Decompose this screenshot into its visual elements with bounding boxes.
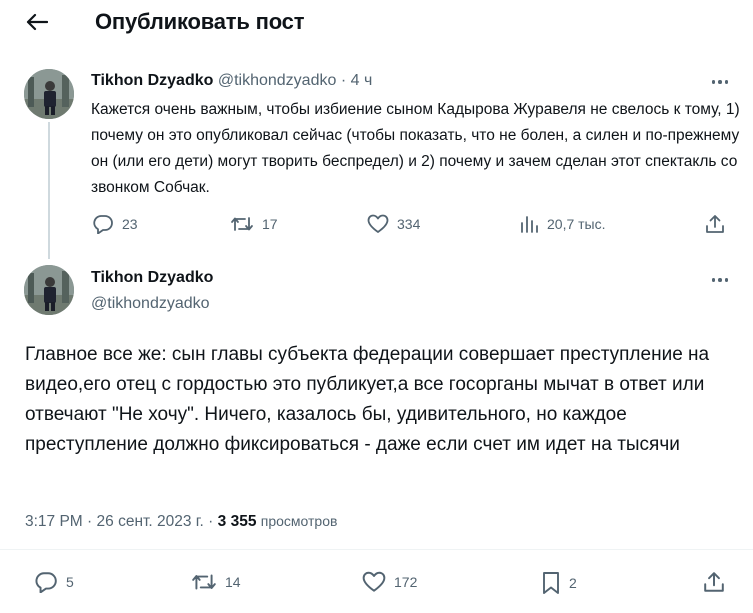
author-handle[interactable]: @tikhondzyadko [218,72,337,89]
more-dot [718,80,722,84]
meta-separator: · [340,72,347,89]
share-button[interactable] [705,214,725,234]
thread-connector-line [48,122,50,259]
arrow-left-icon [26,13,48,31]
divider [0,549,753,550]
avatar-photo [24,265,74,315]
analytics-icon [521,216,538,233]
repost-count: 14 [225,574,241,590]
tweet-date[interactable]: 26 сент. 2023 г. [97,513,204,530]
tweet-meta: 3:17 PM · 26 сент. 2023 г. · 3 355 просм… [25,511,337,532]
heart-icon [362,571,386,592]
reply-button[interactable]: 23 [92,214,138,234]
meta-separator: · [208,513,214,530]
more-options-button[interactable] [708,72,732,92]
more-dot [724,80,729,84]
reply-icon [35,572,57,593]
author-name[interactable]: Tikhon Dzyadko [91,72,213,89]
avatar[interactable] [24,265,74,315]
reply-count: 5 [66,574,74,590]
repost-button[interactable]: 17 [230,214,278,234]
like-count: 172 [394,574,418,590]
tweet-text: Кажется очень важным, чтобы избиение сын… [91,101,740,196]
author-handle[interactable]: @tikhondzyadko [91,294,210,314]
header: Опубликовать пост [0,0,753,44]
views-count: 20,7 тыс. [547,216,606,232]
author-name[interactable]: Tikhon Dzyadko [91,268,213,288]
repost-count: 17 [262,216,278,232]
bookmark-icon [543,572,559,594]
reply-icon [93,215,113,234]
avatar-photo [24,69,74,119]
views-button[interactable]: 20,7 тыс. [519,214,606,234]
tweet-text: Главное все же: сын главы субъекта федер… [25,344,710,455]
more-dot [718,278,722,282]
share-icon [704,572,724,592]
like-count: 334 [397,216,421,232]
more-options-button[interactable] [708,270,732,290]
reply-button[interactable]: 5 [34,571,74,593]
views-count: 3 355 [217,513,257,530]
avatar[interactable] [24,69,74,119]
like-button[interactable]: 172 [362,571,417,593]
reply-count: 23 [122,216,138,232]
more-dot [724,278,729,282]
repost-icon [231,217,253,231]
views-label: просмотров [260,513,338,529]
page-title: Опубликовать пост [95,9,305,34]
repost-button[interactable]: 14 [191,571,241,593]
meta-separator: · [87,513,93,530]
heart-icon [367,214,389,233]
bookmark-count: 2 [569,575,577,591]
share-icon [706,215,724,233]
bookmark-button[interactable]: 2 [541,571,577,595]
tweet-time[interactable]: 3:17 PM [25,513,83,530]
tweet-header: Tikhon Dzyadko @tikhondzyadko · 4 ч [91,71,372,91]
back-button[interactable] [22,8,52,36]
repost-icon [192,574,216,590]
more-dots-icon [711,278,716,282]
like-button[interactable]: 334 [367,214,420,234]
tweet-time[interactable]: 4 ч [351,72,373,89]
more-dots-icon [711,80,716,84]
share-button[interactable] [703,571,725,593]
